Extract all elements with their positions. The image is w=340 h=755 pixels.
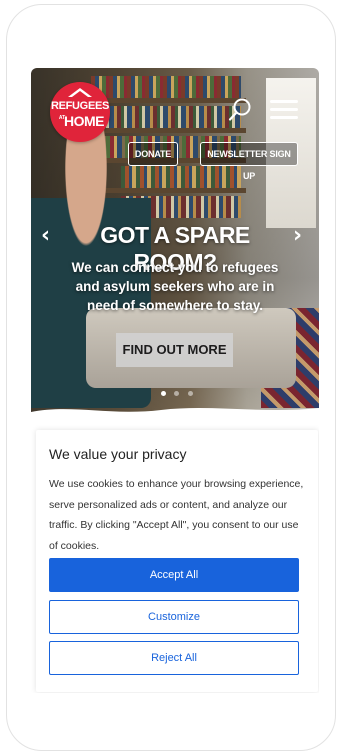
logo-text-refugees: REFUGEES [50,100,110,112]
mobile-screen: REFUGEES AT HOME DONATE NEWSLETTER SIGN … [31,68,319,693]
cookie-consent-banner: We value your privacy We use cookies to … [36,430,318,692]
hamburger-menu-icon[interactable] [270,100,298,120]
search-icon[interactable] [228,98,252,122]
house-roof-icon [68,88,92,97]
carousel-dot-2[interactable] [174,391,180,396]
logo-text-home: HOME [64,113,105,129]
cookie-banner-title: We value your privacy [49,446,187,462]
customize-button[interactable]: Customize [49,600,299,634]
accept-all-button[interactable]: Accept All [49,558,299,592]
refugees-at-home-logo[interactable]: REFUGEES AT HOME [50,82,110,142]
next-slide-arrow-icon[interactable]: › [293,225,302,247]
cookie-banner-text: We use cookies to enhance your browsing … [49,478,304,552]
hero-banner: REFUGEES AT HOME DONATE NEWSLETTER SIGN … [31,68,319,418]
carousel-dots [159,383,195,401]
wave-divider [31,408,319,418]
previous-slide-arrow-icon[interactable]: ‹ [41,225,50,247]
donate-button[interactable]: DONATE [128,142,178,166]
hero-subtext: We can connect you to refugees and asylu… [71,260,279,313]
reject-all-button[interactable]: Reject All [49,641,299,675]
carousel-dot-3[interactable] [187,391,193,396]
bookshelf-row [91,76,241,98]
newsletter-signup-button[interactable]: NEWSLETTER SIGN UP [200,142,298,181]
carousel-dot-1[interactable] [161,391,166,396]
find-out-more-button[interactable]: FIND OUT MORE [116,333,233,367]
bookshelf [91,98,246,103]
